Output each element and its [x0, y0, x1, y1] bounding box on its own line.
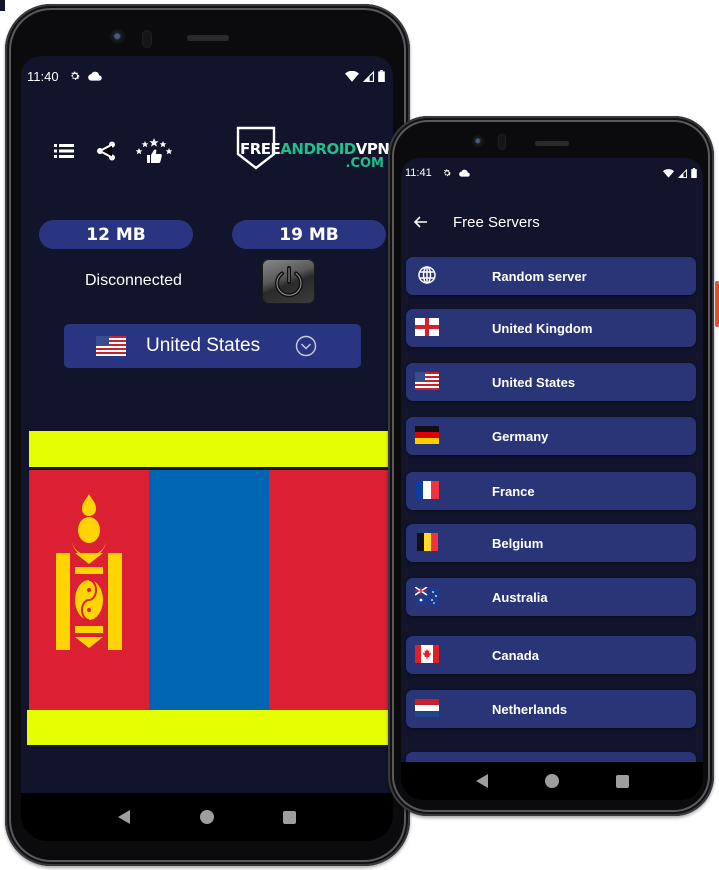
system-nav-bar [21, 793, 393, 841]
corner-mark [0, 0, 5, 11]
status-time: 11:40 [27, 68, 59, 84]
flag-australia-icon [415, 587, 439, 605]
flag-us-icon [415, 372, 439, 390]
flag-band-top [29, 431, 391, 467]
battery-icon [378, 70, 385, 82]
server-label: United Kingdom [492, 320, 593, 336]
server-item-france[interactable]: France [406, 472, 696, 510]
selected-country-label: United States [146, 335, 261, 356]
server-label: Belgium [492, 535, 544, 551]
earpiece-speaker [187, 35, 229, 41]
side-power-key [715, 281, 719, 327]
server-item-canada[interactable]: Canada [406, 636, 696, 674]
recents-square-icon [615, 774, 629, 788]
battery-icon [691, 168, 697, 178]
server-label: Random server [492, 268, 587, 284]
page-title: Free Servers [453, 213, 540, 231]
gear-icon [442, 168, 452, 178]
flag-red-stripe-left [29, 470, 149, 710]
power-icon [274, 265, 303, 297]
server-label: Germany [492, 428, 549, 444]
arrow-left-icon[interactable] [411, 212, 431, 232]
connect-power-button[interactable] [262, 259, 315, 304]
server-item-germany[interactable]: Germany [406, 417, 696, 455]
share-icon[interactable] [93, 138, 119, 164]
nav-home-button[interactable] [540, 769, 564, 793]
nav-home-button[interactable] [195, 805, 219, 829]
connection-status: Disconnected [85, 272, 182, 289]
flag-france-icon [415, 481, 439, 499]
front-camera [472, 135, 485, 148]
selected-country-flag-mongolia [21, 428, 393, 748]
flag-us-icon [96, 336, 126, 356]
promo-stage: 11:40 FREEANDROIDVPN .COM 12 MB 19 MB Di… [0, 0, 719, 870]
freeandroidvpn-logo: FREEANDROIDVPN .COM [236, 126, 393, 172]
proximity-sensor [498, 134, 506, 150]
globe-icon [418, 266, 436, 284]
server-item-netherlands[interactable]: Netherlands [406, 690, 696, 728]
earpiece-speaker [535, 141, 569, 146]
flag-red-stripe-right [269, 470, 389, 710]
nav-recents-button[interactable] [610, 769, 634, 793]
nav-recents-button[interactable] [278, 805, 302, 829]
phone-main-screen: 11:40 FREEANDROIDVPN .COM 12 MB 19 MB Di… [5, 4, 410, 866]
server-item-random[interactable]: Random server [406, 257, 696, 295]
wifi-icon [345, 70, 359, 82]
status-time: 11:41 [405, 167, 432, 179]
main-screen: 11:40 FREEANDROIDVPN .COM 12 MB 19 MB Di… [21, 56, 393, 841]
back-triangle-icon [476, 774, 488, 788]
download-usage-badge: 12 MB [39, 220, 193, 249]
nav-back-button[interactable] [470, 769, 494, 793]
cloud-icon [87, 71, 102, 81]
gear-icon [69, 70, 81, 82]
server-item-australia[interactable]: Australia [406, 578, 696, 616]
server-label: France [492, 483, 535, 499]
server-list-screen: 11:41 Free Servers Random server United … [401, 158, 703, 800]
upload-usage-badge: 19 MB [232, 220, 386, 249]
status-bar: 11:41 [401, 158, 703, 188]
home-circle-icon [545, 774, 559, 788]
wifi-icon [663, 168, 674, 178]
recents-square-icon [283, 810, 297, 824]
menu-list-icon[interactable] [51, 138, 77, 164]
flag-blue-stripe [149, 470, 269, 710]
signal-icon [363, 70, 374, 82]
proximity-sensor [142, 30, 152, 48]
server-item-united-states[interactable]: United States [406, 363, 696, 401]
server-item-belgium[interactable]: Belgium [406, 524, 696, 562]
status-bar: 11:40 [21, 56, 393, 96]
flag-netherlands-icon [415, 699, 439, 717]
server-label: Australia [492, 589, 548, 605]
country-select-dropdown[interactable]: United States [64, 324, 361, 368]
system-nav-bar [401, 762, 703, 800]
server-label: United States [492, 374, 576, 390]
flag-band-bottom [27, 710, 389, 745]
logo-domain: .COM [345, 156, 384, 171]
server-item-united-kingdom[interactable]: United Kingdom [406, 309, 696, 347]
server-label: Canada [492, 647, 539, 663]
back-triangle-icon [118, 810, 131, 824]
phone-server-list: 11:41 Free Servers Random server United … [388, 116, 719, 816]
flag-belgium-icon [417, 533, 438, 551]
rate-stars-thumbs-up-icon[interactable] [134, 138, 174, 164]
soyombo-icon [56, 494, 122, 650]
front-camera [110, 29, 126, 45]
home-circle-icon [199, 810, 214, 824]
nav-back-button[interactable] [112, 805, 136, 829]
flag-england-icon [415, 318, 439, 336]
flag-canada-icon [415, 645, 439, 663]
signal-icon [678, 168, 687, 178]
server-label: Netherlands [492, 701, 568, 717]
chevron-down-circle-icon [295, 335, 317, 357]
cloud-icon [458, 169, 470, 177]
mongolia-flag [29, 470, 389, 710]
app-bar: Free Servers [401, 202, 703, 242]
flag-germany-icon [415, 426, 439, 444]
